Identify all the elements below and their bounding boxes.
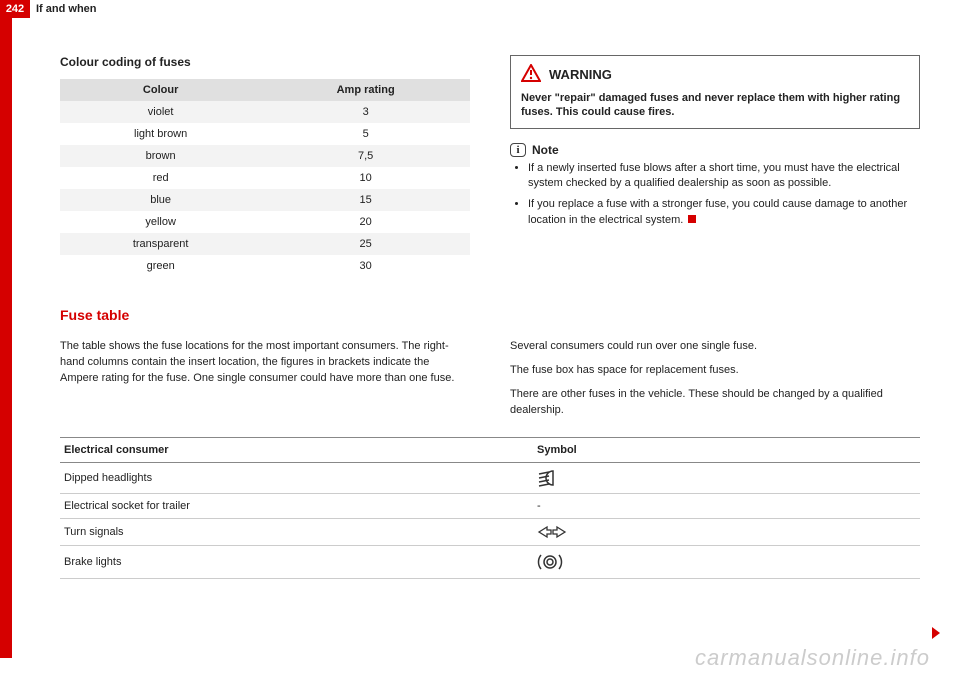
cell-colour: violet	[60, 101, 261, 123]
continue-arrow-icon	[932, 627, 940, 639]
note-list: If a newly inserted fuse blows after a s…	[510, 161, 920, 229]
cell-amp: 5	[261, 123, 470, 145]
col-header-consumer: Electrical consumer	[60, 437, 533, 462]
brake-light-icon	[537, 552, 916, 572]
fuse-table-title: Fuse table	[60, 307, 920, 323]
symbol-cell	[533, 545, 920, 578]
cell-amp: 20	[261, 211, 470, 233]
dipped-headlight-icon	[537, 469, 916, 487]
warning-label: WARNING	[549, 67, 612, 82]
cell-colour: light brown	[60, 123, 261, 145]
consumer-cell: Turn signals	[60, 518, 533, 545]
side-strip	[0, 18, 12, 658]
note-item: If you replace a fuse with a stronger fu…	[528, 197, 920, 228]
warning-text: Never "repair" damaged fuses and never r…	[521, 91, 909, 120]
end-marker-icon	[688, 215, 696, 223]
cell-colour: blue	[60, 189, 261, 211]
left-column: Colour coding of fuses Colour Amp rating…	[60, 55, 470, 277]
page-content: Colour coding of fuses Colour Amp rating…	[60, 55, 920, 579]
symbol-cell	[533, 462, 920, 493]
cell-amp: 7,5	[261, 145, 470, 167]
warning-box: WARNING Never "repair" damaged fuses and…	[510, 55, 920, 129]
cell-colour: green	[60, 255, 261, 277]
note-item: If a newly inserted fuse blows after a s…	[528, 161, 920, 192]
note-label: Note	[532, 143, 559, 157]
symbol-cell	[533, 518, 920, 545]
consumer-cell: Dipped headlights	[60, 462, 533, 493]
right-column: WARNING Never "repair" damaged fuses and…	[510, 55, 920, 277]
fuse-intro-left: The table shows the fuse locations for t…	[60, 339, 470, 387]
consumer-cell: Electrical socket for trailer	[60, 493, 533, 518]
cell-amp: 10	[261, 167, 470, 189]
cell-colour: yellow	[60, 211, 261, 233]
fuse-intro-right-3: There are other fuses in the vehicle. Th…	[510, 387, 920, 419]
cell-amp: 15	[261, 189, 470, 211]
warning-icon	[521, 64, 541, 85]
cell-amp: 25	[261, 233, 470, 255]
cell-colour: transparent	[60, 233, 261, 255]
fuse-intro-right-1: Several consumers could run over one sin…	[510, 339, 920, 355]
colour-coding-table: Colour Amp rating violet3 light brown5 b…	[60, 79, 470, 277]
fuse-intro-right-2: The fuse box has space for replacement f…	[510, 363, 920, 379]
info-icon: i	[510, 143, 526, 157]
turn-signal-icon	[537, 525, 916, 539]
col-header-symbol: Symbol	[533, 437, 920, 462]
cell-colour: red	[60, 167, 261, 189]
colour-coding-heading: Colour coding of fuses	[60, 55, 470, 69]
watermark: carmanualsonline.info	[695, 645, 930, 671]
cell-amp: 3	[261, 101, 470, 123]
cell-colour: brown	[60, 145, 261, 167]
col-header-amp: Amp rating	[261, 79, 470, 101]
consumer-cell: Brake lights	[60, 545, 533, 578]
page-number: 242	[0, 0, 30, 18]
consumer-table: Electrical consumer Symbol Dipped headli…	[60, 437, 920, 579]
col-header-colour: Colour	[60, 79, 261, 101]
chapter-title: If and when	[30, 0, 97, 18]
symbol-cell: -	[533, 493, 920, 518]
cell-amp: 30	[261, 255, 470, 277]
